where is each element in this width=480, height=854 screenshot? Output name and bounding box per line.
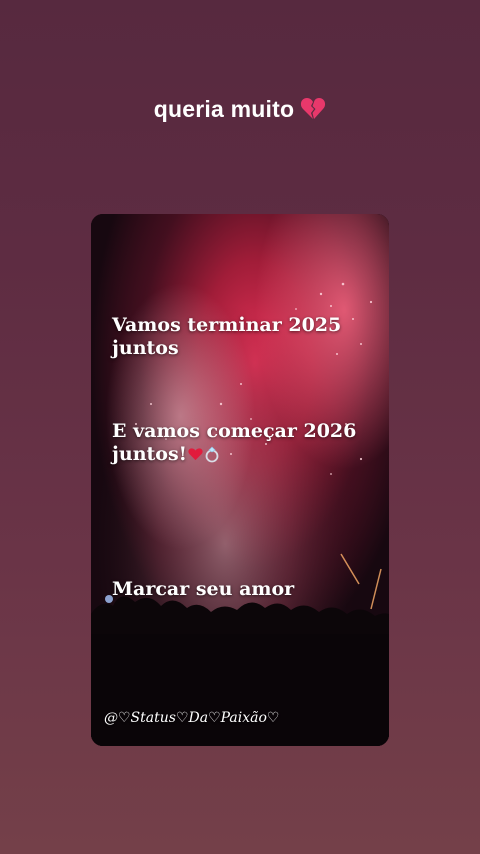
ring-icon xyxy=(205,446,219,463)
author-watermark: @♡Status♡Da♡Paixão♡ xyxy=(104,710,280,726)
caption-text: queria muito xyxy=(153,96,295,122)
post-line-1a: Vamos terminar 2025 xyxy=(112,314,342,336)
story-caption: queria muito xyxy=(0,96,480,123)
broken-heart-icon xyxy=(301,98,326,119)
post-line-1b: juntos xyxy=(112,337,179,359)
post-line-2: E vamos começar 2026 juntos! xyxy=(112,420,382,466)
story-post-card[interactable]: Vamos terminar 2025 juntos E vamos começ… xyxy=(91,214,389,746)
fireworks-photo xyxy=(91,214,389,746)
post-line-2b: juntos! xyxy=(112,443,187,465)
post-line-1: Vamos terminar 2025 juntos xyxy=(112,314,382,360)
red-heart-icon xyxy=(188,448,203,461)
post-line-3: Marcar seu amor xyxy=(112,578,295,600)
post-line-2a: E vamos começar 2026 xyxy=(112,420,357,442)
